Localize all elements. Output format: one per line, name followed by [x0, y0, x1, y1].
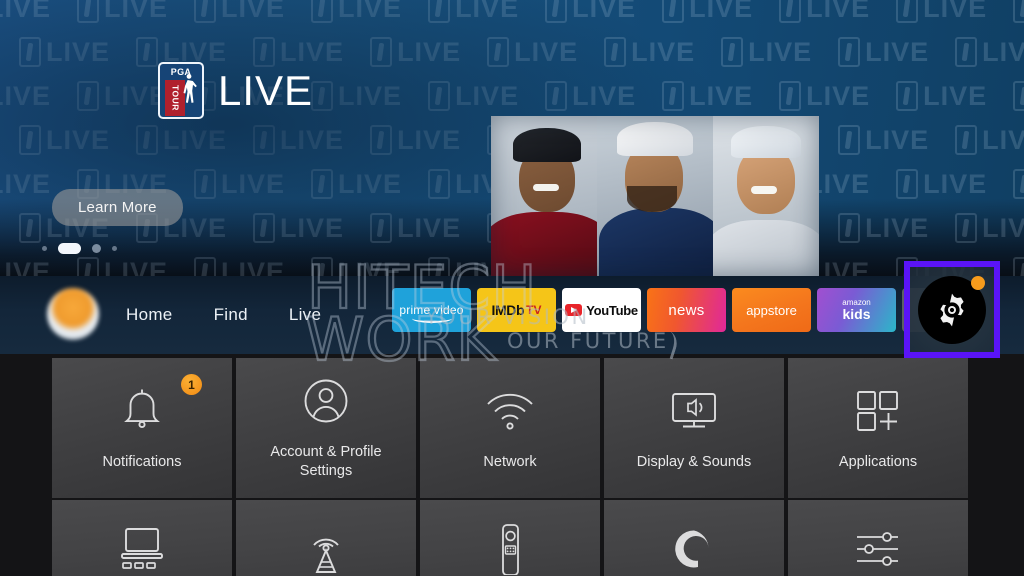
monitor-icon: [114, 522, 170, 576]
hero-title: LIVE: [218, 66, 314, 114]
settings-tile-label: Applications: [838, 453, 918, 470]
settings-notification-dot: [971, 276, 985, 290]
imdb-label: IMDb: [491, 302, 525, 318]
nav-item-live[interactable]: Live: [289, 305, 321, 325]
gear-icon: [940, 293, 964, 326]
pagination-dot-3[interactable]: [92, 244, 101, 253]
app-tile-appstore[interactable]: appstore: [732, 288, 811, 332]
pagination-dot-4[interactable]: [112, 246, 117, 251]
settings-tile-preferences[interactable]: [788, 500, 968, 576]
remote-icon: [482, 522, 538, 576]
imdb-tv-label: TV: [526, 303, 542, 317]
pga-tour-live-logo: PGA TOUR LIVE: [158, 62, 313, 119]
carousel-pagination[interactable]: [42, 243, 117, 254]
youtube-label: YouTube: [586, 302, 638, 318]
golfer-2: [597, 116, 719, 276]
settings-grid-row-2: [52, 500, 968, 576]
bell-icon: [114, 385, 170, 437]
golfer-3: [713, 116, 819, 276]
app-tile-amazon-kids[interactable]: amazon kids: [817, 288, 896, 332]
app-tile-news[interactable]: news: [647, 288, 726, 332]
settings-gear-highlight-box: [904, 261, 1000, 358]
settings-tile-alexa[interactable]: [604, 500, 784, 576]
golfer-1: [491, 116, 603, 276]
wifi-icon: [482, 385, 538, 437]
settings-grid-row-1: 1 Notifications Account & Profile Settin…: [52, 358, 968, 498]
app-shortcut-rail: prime video IMDb TV YouTube news appstor…: [392, 288, 981, 332]
pagination-dot-1[interactable]: [42, 246, 47, 251]
pga-tour-badge-icon: PGA TOUR: [158, 62, 204, 119]
settings-tile-account-profile[interactable]: Account & Profile Settings: [236, 358, 416, 498]
settings-tile-my-fire-tv[interactable]: [52, 500, 232, 576]
person-icon: [298, 375, 354, 427]
settings-tile-label: Notifications: [102, 453, 182, 470]
nav-links: Home Find Live: [126, 276, 321, 354]
nav-item-find[interactable]: Find: [214, 305, 248, 325]
amazon-smile-icon: [411, 314, 452, 323]
settings-tile-network[interactable]: Network: [420, 358, 600, 498]
app-tile-prime-video[interactable]: prime video: [392, 288, 471, 332]
amazon-kids-label: kids: [842, 306, 871, 322]
antenna-icon: [298, 522, 354, 576]
settings-tile-display-sounds[interactable]: Display & Sounds: [604, 358, 784, 498]
pagination-dot-2-active[interactable]: [58, 243, 81, 254]
youtube-play-icon: [565, 304, 583, 316]
notifications-badge: 1: [181, 374, 202, 395]
golfer-silhouette-icon: [183, 74, 197, 103]
settings-tile-label: Network: [483, 453, 537, 470]
fire-tv-settings-screen: LIVELIVELIVELIVELIVELIVELIVELIVELIVELIVE…: [0, 0, 1024, 576]
settings-tile-label: Display & Sounds: [636, 453, 752, 470]
display-icon: [666, 385, 722, 437]
settings-tile-live-tv[interactable]: [236, 500, 416, 576]
appstore-label: appstore: [746, 302, 797, 318]
settings-tile-notifications[interactable]: 1 Notifications: [52, 358, 232, 498]
settings-tile-applications[interactable]: Applications: [788, 358, 968, 498]
learn-more-button[interactable]: Learn More: [52, 189, 183, 226]
hero-banner: LIVELIVELIVELIVELIVELIVELIVELIVELIVELIVE…: [0, 0, 1024, 276]
sliders-icon: [850, 522, 906, 576]
apps-grid-icon: [850, 385, 906, 437]
settings-gear-button[interactable]: [910, 267, 994, 352]
profile-avatar[interactable]: [47, 288, 99, 340]
hero-photo: [491, 116, 819, 276]
app-tile-youtube[interactable]: YouTube: [562, 288, 641, 332]
nav-item-home[interactable]: Home: [126, 305, 173, 325]
settings-tile-label: Account & Profile Settings: [270, 444, 382, 479]
settings-tile-controllers-bluetooth[interactable]: [420, 500, 600, 576]
alexa-icon: [666, 522, 722, 576]
news-label: news: [668, 301, 705, 319]
app-tile-imdb-tv[interactable]: IMDb TV: [477, 288, 556, 332]
